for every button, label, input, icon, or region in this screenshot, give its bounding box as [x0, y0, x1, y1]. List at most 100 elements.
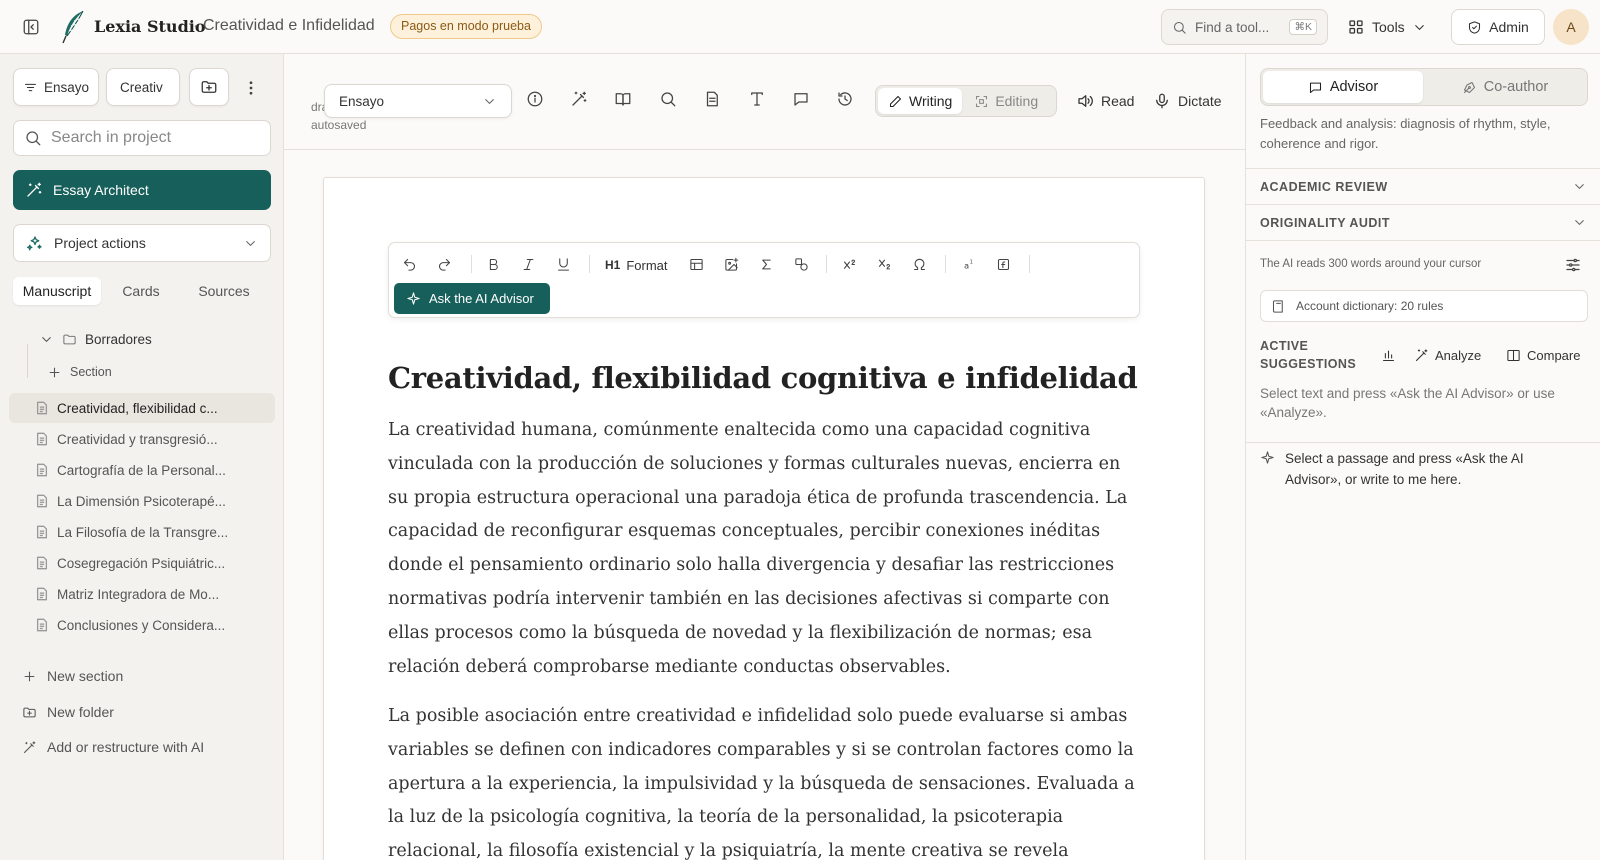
sidebar-toggle-icon[interactable]	[20, 16, 42, 38]
document-paragraph[interactable]: La posible asociación entre creatividad …	[388, 700, 1140, 860]
academic-review-section[interactable]: ACADEMIC REVIEW	[1246, 168, 1600, 204]
italic-icon[interactable]	[517, 253, 539, 275]
function-icon[interactable]	[992, 253, 1014, 275]
more-options-icon[interactable]	[241, 78, 261, 98]
bold-icon[interactable]	[482, 253, 504, 275]
add-section-inline[interactable]: Section	[9, 357, 275, 387]
table-icon[interactable]	[685, 253, 707, 275]
mode-toggle: Writing Editing	[875, 85, 1057, 117]
compare-label: Compare	[1527, 347, 1581, 363]
new-folder-button[interactable]	[189, 68, 229, 106]
originality-audit-section[interactable]: ORIGINALITY AUDIT	[1246, 204, 1600, 240]
svg-text:1: 1	[969, 259, 972, 265]
add-with-ai-button[interactable]: Add or restructure with AI	[22, 734, 204, 760]
new-section-button[interactable]: New section	[22, 663, 123, 689]
analyze-button[interactable]: Analyze	[1414, 344, 1481, 366]
active-suggestions-heading: ACTIVE SUGGESTIONS	[1260, 337, 1356, 373]
image-plus-icon[interactable]	[720, 253, 742, 275]
shortcut-badge: ⌘K	[1289, 19, 1317, 35]
undo-icon[interactable]	[398, 253, 420, 275]
current-document-label: Creativ	[120, 79, 163, 95]
file-item[interactable]: Cartografía de la Personal...	[9, 455, 275, 485]
tab-sources[interactable]: Sources	[181, 277, 267, 305]
tab-coauthor[interactable]: Co-author	[1425, 71, 1585, 103]
ask-ai-advisor-button[interactable]: Ask the AI Advisor	[394, 283, 550, 314]
ask-ai-advisor-label: Ask the AI Advisor	[429, 291, 534, 306]
file-name: Cosegregación Psiquiátric...	[57, 555, 226, 571]
account-dictionary[interactable]: Account dictionary: 20 rules	[1260, 290, 1588, 322]
writing-mode-button[interactable]: Writing	[878, 88, 963, 114]
admin-button[interactable]: Admin	[1451, 9, 1545, 45]
redo-icon[interactable]	[433, 253, 455, 275]
find-tool-search[interactable]: Find a tool... ⌘K	[1161, 9, 1328, 45]
chevron-down-icon	[482, 94, 497, 109]
file-item[interactable]: Creatividad y transgresió...	[9, 424, 275, 454]
compare-button[interactable]: Compare	[1506, 344, 1580, 366]
sigma-icon[interactable]	[755, 253, 777, 275]
dictate-button[interactable]: Dictate	[1153, 88, 1222, 114]
document-title[interactable]: Creatividad, flexibilidad cognitiva e in…	[388, 361, 1148, 395]
tab-manuscript[interactable]: Manuscript	[13, 277, 101, 305]
list-filter-icon	[23, 80, 38, 95]
search-icon[interactable]	[659, 90, 683, 112]
project-search-placeholder: Search in project	[51, 129, 172, 146]
footnote-icon[interactable]: a1	[957, 253, 979, 275]
quill-logo-icon[interactable]	[58, 9, 88, 45]
file-item[interactable]: Matriz Integradora de Mo...	[9, 579, 275, 609]
omega-icon[interactable]	[908, 253, 930, 275]
file-name: La Filosofía de la Transgre...	[57, 524, 229, 540]
document-type-select[interactable]: Ensayo	[324, 84, 512, 118]
magic-wand-icon	[1414, 348, 1429, 363]
read-aloud-button[interactable]: Read	[1076, 88, 1134, 114]
folder-icon	[62, 332, 77, 347]
document-text-icon[interactable]	[703, 90, 727, 112]
history-icon[interactable]	[836, 90, 860, 112]
shapes-icon[interactable]	[790, 253, 812, 275]
book-open-icon[interactable]	[614, 90, 638, 112]
read-label: Read	[1101, 93, 1135, 109]
ai-context-note: The AI reads 300 words around your curso…	[1260, 258, 1482, 270]
sparkle-icon	[406, 291, 421, 306]
essay-architect-button[interactable]: Essay Architect	[13, 170, 271, 210]
subscript-icon[interactable]	[873, 253, 895, 275]
project-actions-dropdown[interactable]: Project actions	[13, 224, 271, 262]
project-search-input[interactable]: Search in project	[13, 120, 271, 156]
format-dropdown[interactable]: H1 Format	[605, 254, 668, 276]
add-section-inline-label: Section	[70, 365, 112, 379]
comment-icon[interactable]	[792, 90, 816, 112]
info-icon[interactable]	[526, 90, 550, 112]
breadcrumb-separator: ·	[193, 17, 198, 34]
bar-chart-icon[interactable]	[1381, 344, 1396, 366]
sliders-icon[interactable]	[1564, 256, 1584, 276]
new-folder-link[interactable]: New folder	[22, 699, 114, 725]
file-item[interactable]: La Dimensión Psicoterapé...	[9, 486, 275, 516]
file-item[interactable]: La Filosofía de la Transgre...	[9, 517, 275, 547]
grid-icon	[1347, 18, 1365, 36]
underline-icon[interactable]	[552, 253, 574, 275]
user-avatar[interactable]: A	[1553, 9, 1589, 45]
tools-menu-button[interactable]: Tools	[1347, 9, 1427, 45]
active-suggestions-line2: SUGGESTIONS	[1260, 357, 1357, 371]
file-item[interactable]: Conclusiones y Considera...	[9, 610, 275, 640]
superscript-icon[interactable]	[838, 253, 860, 275]
search-icon	[1172, 20, 1187, 35]
microphone-icon	[1153, 92, 1171, 110]
typography-icon[interactable]	[748, 90, 772, 112]
document-paragraph[interactable]: La creatividad humana, comúnmente enalte…	[388, 414, 1140, 684]
file-item[interactable]: Creatividad, flexibilidad c...	[9, 393, 275, 423]
magic-wand-icon[interactable]	[570, 90, 594, 112]
file-item[interactable]: Cosegregación Psiquiátric...	[9, 548, 275, 578]
magic-wand-icon	[25, 181, 43, 199]
editing-mode-button[interactable]: Editing	[964, 88, 1048, 114]
folder-plus-icon	[200, 78, 218, 96]
document-name[interactable]: Creatividad e Infidelidad	[203, 17, 375, 35]
folder-borradores[interactable]: Borradores	[9, 324, 275, 354]
doc-type-filter-button[interactable]: Ensayo	[13, 68, 99, 106]
document-page[interactable]: H1 Format a1 Ask the AI Advisor Creativi…	[323, 177, 1205, 860]
tab-advisor[interactable]: Advisor	[1263, 71, 1423, 103]
current-document-pill[interactable]: Creativ	[106, 68, 180, 106]
academic-review-label: ACADEMIC REVIEW	[1260, 179, 1388, 194]
folder-plus-icon	[22, 705, 37, 720]
tab-cards[interactable]: Cards	[101, 277, 181, 305]
payment-mode-badge: Pagos en modo prueba	[390, 14, 542, 39]
